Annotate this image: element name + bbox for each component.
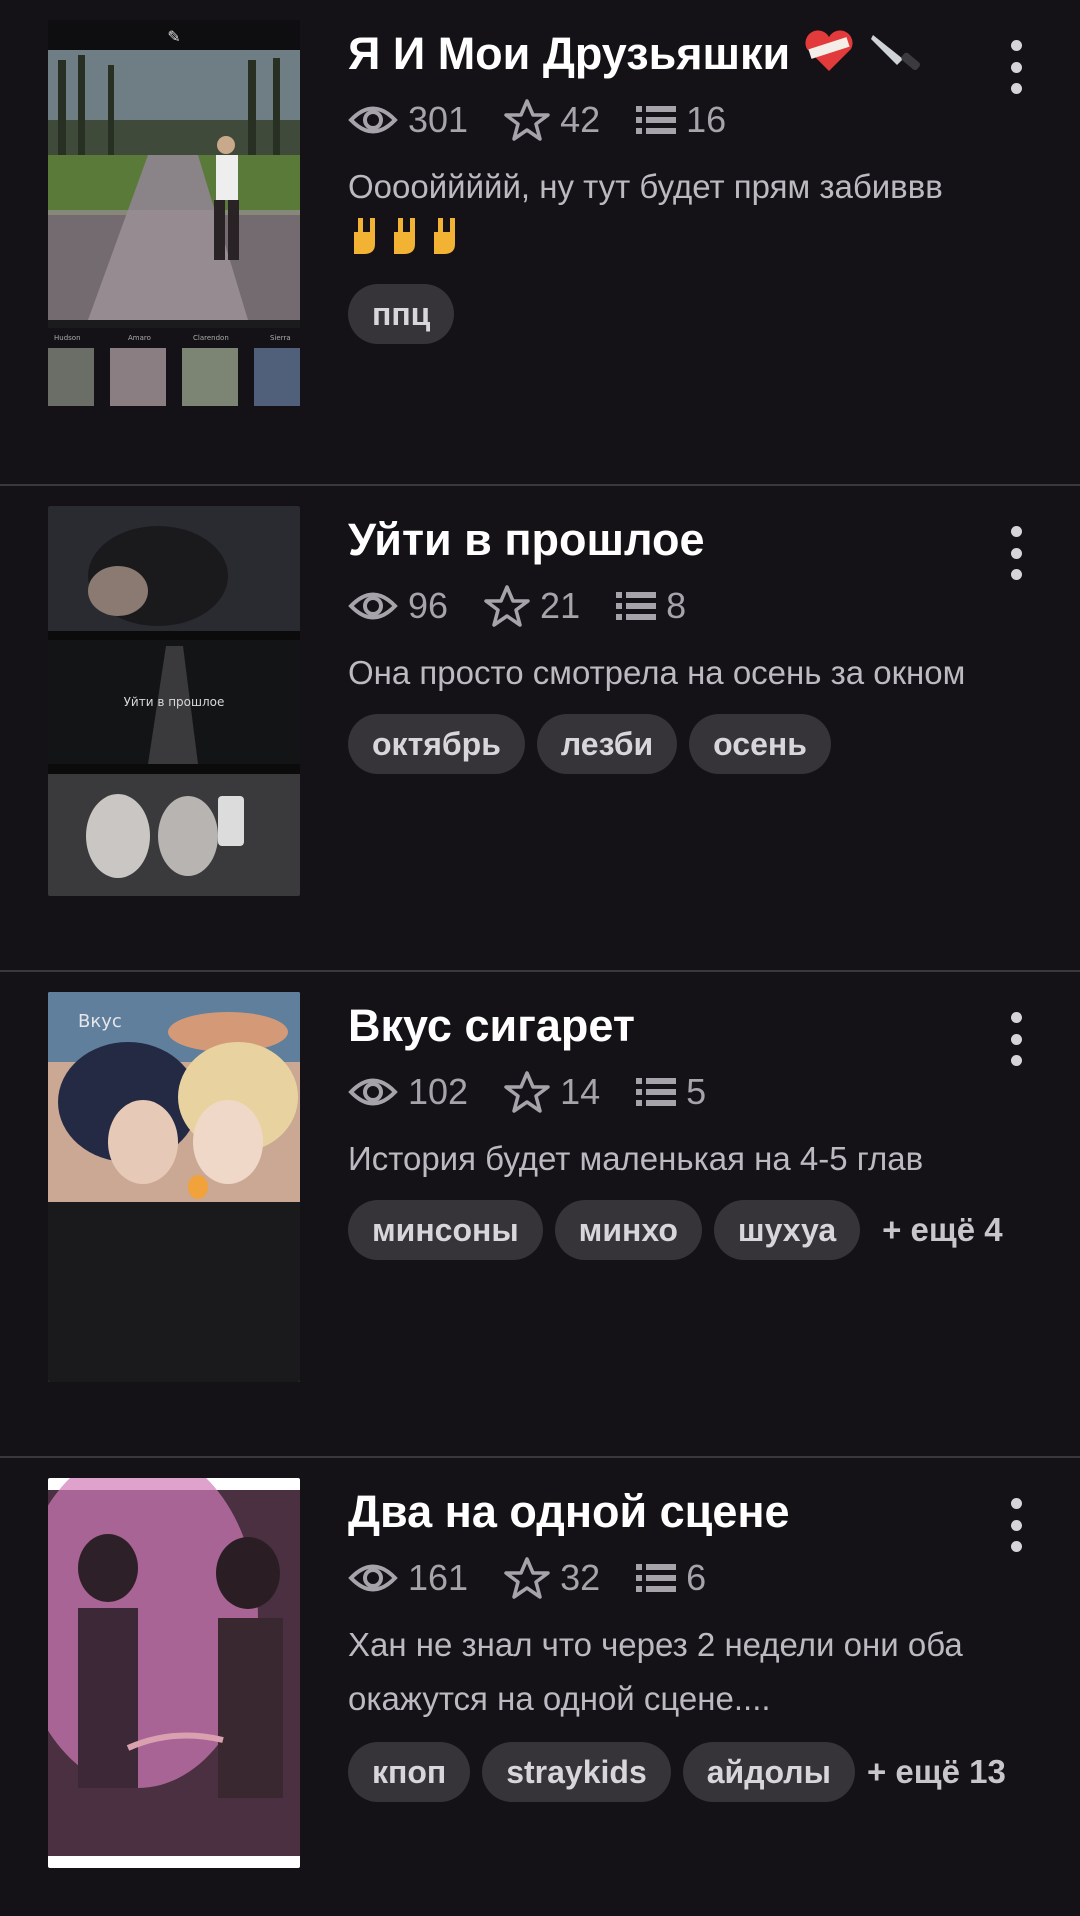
story-stats: 301 42 16 <box>348 98 762 142</box>
stars-count: 21 <box>540 585 581 626</box>
list-icon <box>636 1078 677 1106</box>
story-card[interactable]: Два на одной сцене 161 32 6 Хан не знал … <box>0 1458 1080 1916</box>
views-stat: 96 <box>348 585 448 627</box>
eye-icon <box>348 1564 398 1592</box>
story-stats: 96 21 8 <box>348 584 722 628</box>
story-stats: 102 14 5 <box>348 1070 742 1114</box>
chapters-stat: 6 <box>636 1557 706 1599</box>
views-count: 96 <box>408 585 449 626</box>
tag[interactable]: минсоны <box>348 1200 543 1260</box>
story-cover[interactable]: Вкус <box>48 992 300 1382</box>
tag[interactable]: лезби <box>536 714 678 774</box>
story-card[interactable]: Вкус Вкус сигарет 102 14 5 История будет… <box>0 972 1080 1458</box>
stars-stat: 21 <box>484 584 580 628</box>
svg-text:✎: ✎ <box>167 27 180 46</box>
stars-stat: 32 <box>504 1556 600 1600</box>
story-title[interactable]: Уйти в прошлое <box>348 512 960 568</box>
eye-icon <box>348 1078 398 1106</box>
story-cover[interactable] <box>48 1478 300 1868</box>
story-cover[interactable]: ✎ Hudson Amaro Clarendon Sierra <box>48 20 300 410</box>
tag-list: минсоны минхо шухуа + ещё 4 <box>348 1200 1040 1272</box>
cover-title: Вкус <box>78 1011 122 1032</box>
stars-count: 14 <box>560 1071 601 1112</box>
views-stat: 301 <box>348 99 468 141</box>
stars-stat: 14 <box>504 1070 600 1114</box>
eye-icon <box>348 106 398 134</box>
more-options-button[interactable] <box>996 1498 1036 1552</box>
star-icon <box>504 1071 550 1113</box>
chapters-count: 8 <box>666 585 687 626</box>
knife-icon <box>867 29 923 86</box>
star-icon <box>484 585 530 627</box>
story-title[interactable]: Я И Мои Друзьяшки <box>348 26 960 86</box>
stars-count: 42 <box>560 99 601 140</box>
more-options-button[interactable] <box>996 526 1036 580</box>
story-title-text: Я И Мои Друзьяшки <box>348 28 791 79</box>
chapters-stat: 8 <box>616 585 686 627</box>
story-card[interactable]: Уйти в прошлое Уйти в прошлое 96 21 8 Он… <box>0 486 1080 972</box>
svg-text:Hudson: Hudson <box>54 334 81 342</box>
chapters-stat: 5 <box>636 1071 706 1113</box>
story-stats: 161 32 6 <box>348 1556 742 1600</box>
more-tags-link[interactable]: + ещё 13 <box>867 1742 1006 1802</box>
rock-hand-icon <box>348 218 472 265</box>
story-description: Хан не знал что через 2 недели они оба о… <box>348 1626 963 1717</box>
story-description: Она просто смотрела на осень за окном <box>348 654 966 691</box>
tag[interactable]: кпоп <box>348 1742 471 1802</box>
story-description: История будет маленькая на 4-5 глав <box>348 1140 924 1177</box>
more-options-button[interactable] <box>996 1012 1036 1066</box>
bandaged-heart-icon <box>803 29 855 86</box>
tag[interactable]: ппц <box>348 284 455 344</box>
svg-text:Sierra: Sierra <box>270 334 291 342</box>
tag[interactable]: минхо <box>554 1200 702 1260</box>
tag[interactable]: октябрь <box>348 714 525 774</box>
story-card[interactable]: ✎ Hudson Amaro Clarendon Sierra Я И Мои … <box>0 0 1080 486</box>
tag[interactable]: айдолы <box>682 1742 855 1802</box>
views-count: 161 <box>408 1557 469 1598</box>
views-stat: 102 <box>348 1071 468 1113</box>
story-title[interactable]: Два на одной сцене <box>348 1484 960 1540</box>
eye-icon <box>348 592 398 620</box>
cover-caption: Уйти в прошлое <box>124 695 225 709</box>
chapters-count: 16 <box>686 99 727 140</box>
list-icon <box>616 592 657 620</box>
svg-text:Amaro: Amaro <box>128 334 151 342</box>
views-stat: 161 <box>348 1557 468 1599</box>
svg-text:Clarendon: Clarendon <box>193 334 229 342</box>
star-icon <box>504 99 550 141</box>
chapters-count: 5 <box>686 1071 707 1112</box>
tag[interactable]: осень <box>689 714 831 774</box>
chapters-count: 6 <box>686 1557 707 1598</box>
tag-list: ппц <box>348 284 1040 356</box>
story-title[interactable]: Вкус сигарет <box>348 998 960 1054</box>
tag-list: октябрь лезби осень <box>348 714 1040 786</box>
story-cover[interactable]: Уйти в прошлое <box>48 506 300 896</box>
tag-list: кпоп straykids айдолы + ещё 13 <box>348 1742 1040 1814</box>
story-list: ✎ Hudson Amaro Clarendon Sierra Я И Мои … <box>0 0 1080 1916</box>
more-options-button[interactable] <box>996 40 1036 94</box>
more-tags-link[interactable]: + ещё 4 <box>882 1200 1003 1260</box>
tag[interactable]: шухуа <box>713 1200 861 1260</box>
list-icon <box>636 1564 677 1592</box>
chapters-stat: 16 <box>636 99 726 141</box>
list-icon <box>636 106 677 134</box>
stars-count: 32 <box>560 1557 601 1598</box>
star-icon <box>504 1557 550 1599</box>
story-description: Ооооййййй, ну тут будет прям забиввв <box>348 160 1032 274</box>
tag[interactable]: straykids <box>482 1742 671 1802</box>
views-count: 301 <box>408 99 469 140</box>
views-count: 102 <box>408 1071 469 1112</box>
stars-stat: 42 <box>504 98 600 142</box>
